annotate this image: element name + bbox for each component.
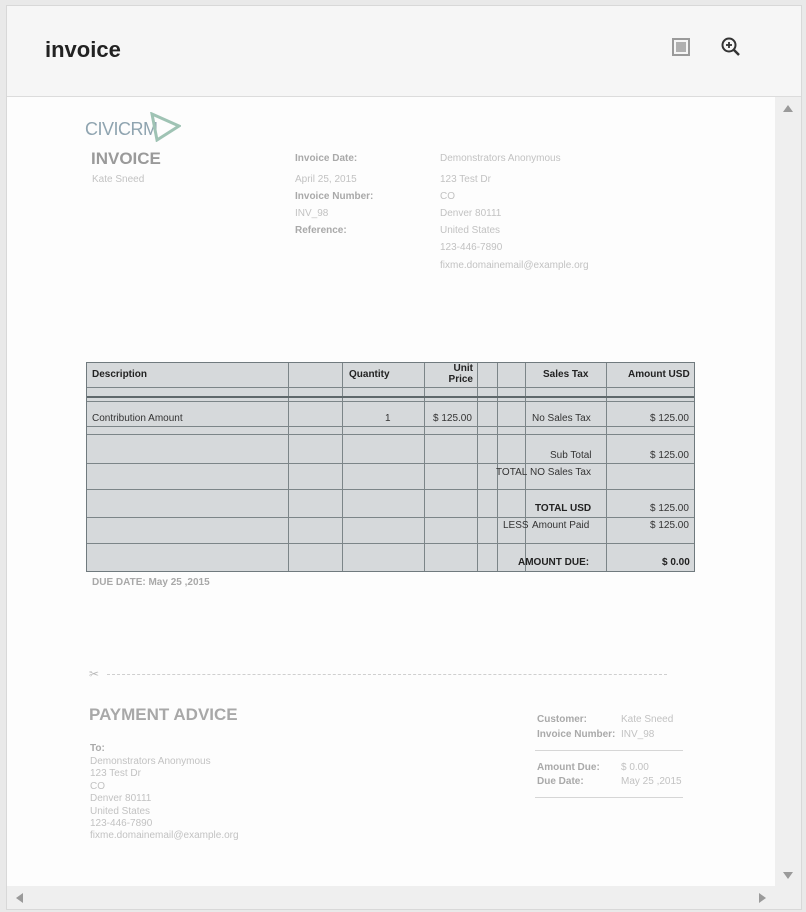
- org-city-zip: Denver 80111: [440, 208, 502, 219]
- sub-total-label: Sub Total: [550, 450, 592, 461]
- row-quantity: 1: [385, 413, 391, 424]
- amount-paid-value: $ 125.00: [650, 520, 689, 531]
- pa-invoice-number-value: INV_98: [621, 729, 655, 740]
- due-date: DUE DATE: May 25 ,2015: [92, 577, 210, 588]
- divider: [535, 750, 683, 751]
- pa-due-date-value: May 25 ,2015: [621, 776, 682, 787]
- pa-amount-due-value: $ 0.00: [621, 762, 649, 773]
- org-country: United States: [440, 225, 501, 236]
- horizontal-scrollbar[interactable]: [7, 886, 775, 909]
- to-email: fixme.domainemail@example.org: [90, 830, 239, 841]
- reference-label: Reference:: [295, 225, 347, 236]
- civicrm-logo-text: CIVICRM: [85, 119, 158, 139]
- customer-value: Kate Sneed: [621, 714, 674, 725]
- invoice-page: CIVICRM INVOICE Kate Sneed Invoice Date:…: [7, 97, 775, 887]
- header-sales-tax: Sales Tax: [543, 369, 589, 380]
- header-description: Description: [92, 369, 148, 380]
- scroll-left-icon[interactable]: [16, 893, 23, 903]
- header-unit-price: Unit Price: [448, 363, 473, 385]
- scrollbar-corner: [775, 886, 801, 909]
- pa-amount-due-label: Amount Due:: [537, 762, 600, 773]
- org-street: 123 Test Dr: [440, 174, 491, 185]
- pa-due-date-label: Due Date:: [537, 776, 584, 787]
- title-bar: invoice: [7, 6, 801, 97]
- scissors-icon: ✂: [89, 667, 100, 681]
- divider: [535, 797, 683, 798]
- invoice-preview-window: invoice CIVICRM INVOICE Kate Sneed Invoi…: [6, 5, 802, 910]
- invoice-number-value: INV_98: [295, 208, 329, 219]
- scroll-right-icon[interactable]: [759, 893, 766, 903]
- line-items-table: Description Quantity Unit Price Sales Ta…: [86, 362, 695, 572]
- scroll-up-icon[interactable]: [783, 105, 793, 112]
- invoice-date-value: April 25, 2015: [295, 174, 357, 185]
- scroll-down-icon[interactable]: [783, 872, 793, 879]
- zoom-in-button[interactable]: [720, 37, 742, 62]
- org-state: CO: [440, 191, 455, 202]
- row-amount: $ 125.00: [650, 413, 689, 424]
- vertical-scrollbar[interactable]: [775, 97, 801, 887]
- row-description: Contribution Amount: [92, 413, 183, 424]
- cut-line: [107, 674, 667, 675]
- total-usd-value: $ 125.00: [650, 503, 689, 514]
- amount-due-label: AMOUNT DUE:: [518, 557, 590, 568]
- invoice-date-label: Invoice Date:: [295, 153, 358, 164]
- to-country: United States: [90, 806, 151, 817]
- total-usd-label: TOTAL USD: [535, 503, 592, 514]
- to-label: To:: [90, 743, 105, 754]
- zoom-in-icon: [721, 37, 741, 62]
- customer-label: Customer:: [537, 714, 588, 725]
- to-name: Demonstrators Anonymous: [90, 756, 211, 767]
- pa-invoice-number-label: Invoice Number:: [537, 729, 616, 740]
- invoice-heading: INVOICE: [91, 149, 161, 168]
- org-email: fixme.domainemail@example.org: [440, 260, 589, 271]
- to-phone: 123-446-7890: [90, 818, 153, 829]
- org-name: Demonstrators Anonymous: [440, 153, 561, 164]
- to-state: CO: [90, 781, 105, 792]
- contact-name: Kate Sneed: [92, 174, 145, 185]
- header-quantity: Quantity: [349, 369, 390, 380]
- row-sales-tax: No Sales Tax: [532, 413, 591, 424]
- sub-total-value: $ 125.00: [650, 450, 689, 461]
- window-title: invoice: [45, 37, 121, 62]
- amount-paid-label: Amount Paid: [532, 520, 590, 531]
- header-amount: Amount USD: [628, 369, 690, 380]
- no-sales-tax-label: NO Sales Tax: [530, 467, 591, 478]
- total-prefix: TOTAL: [496, 467, 528, 478]
- payment-advice-heading: PAYMENT ADVICE: [89, 705, 238, 724]
- fit-page-button[interactable]: [670, 37, 692, 61]
- invoice-number-label: Invoice Number:: [295, 191, 374, 202]
- fit-page-icon: [672, 37, 690, 61]
- row-unit-price: $ 125.00: [433, 413, 472, 424]
- document-viewer[interactable]: CIVICRM INVOICE Kate Sneed Invoice Date:…: [7, 97, 775, 887]
- less-prefix: LESS: [503, 520, 529, 531]
- civicrm-logo-icon: [149, 111, 183, 147]
- org-phone: 123-446-7890: [440, 242, 503, 253]
- to-city-zip: Denver 80111: [90, 793, 152, 804]
- amount-due-value: $ 0.00: [662, 557, 690, 568]
- to-street: 123 Test Dr: [90, 768, 141, 779]
